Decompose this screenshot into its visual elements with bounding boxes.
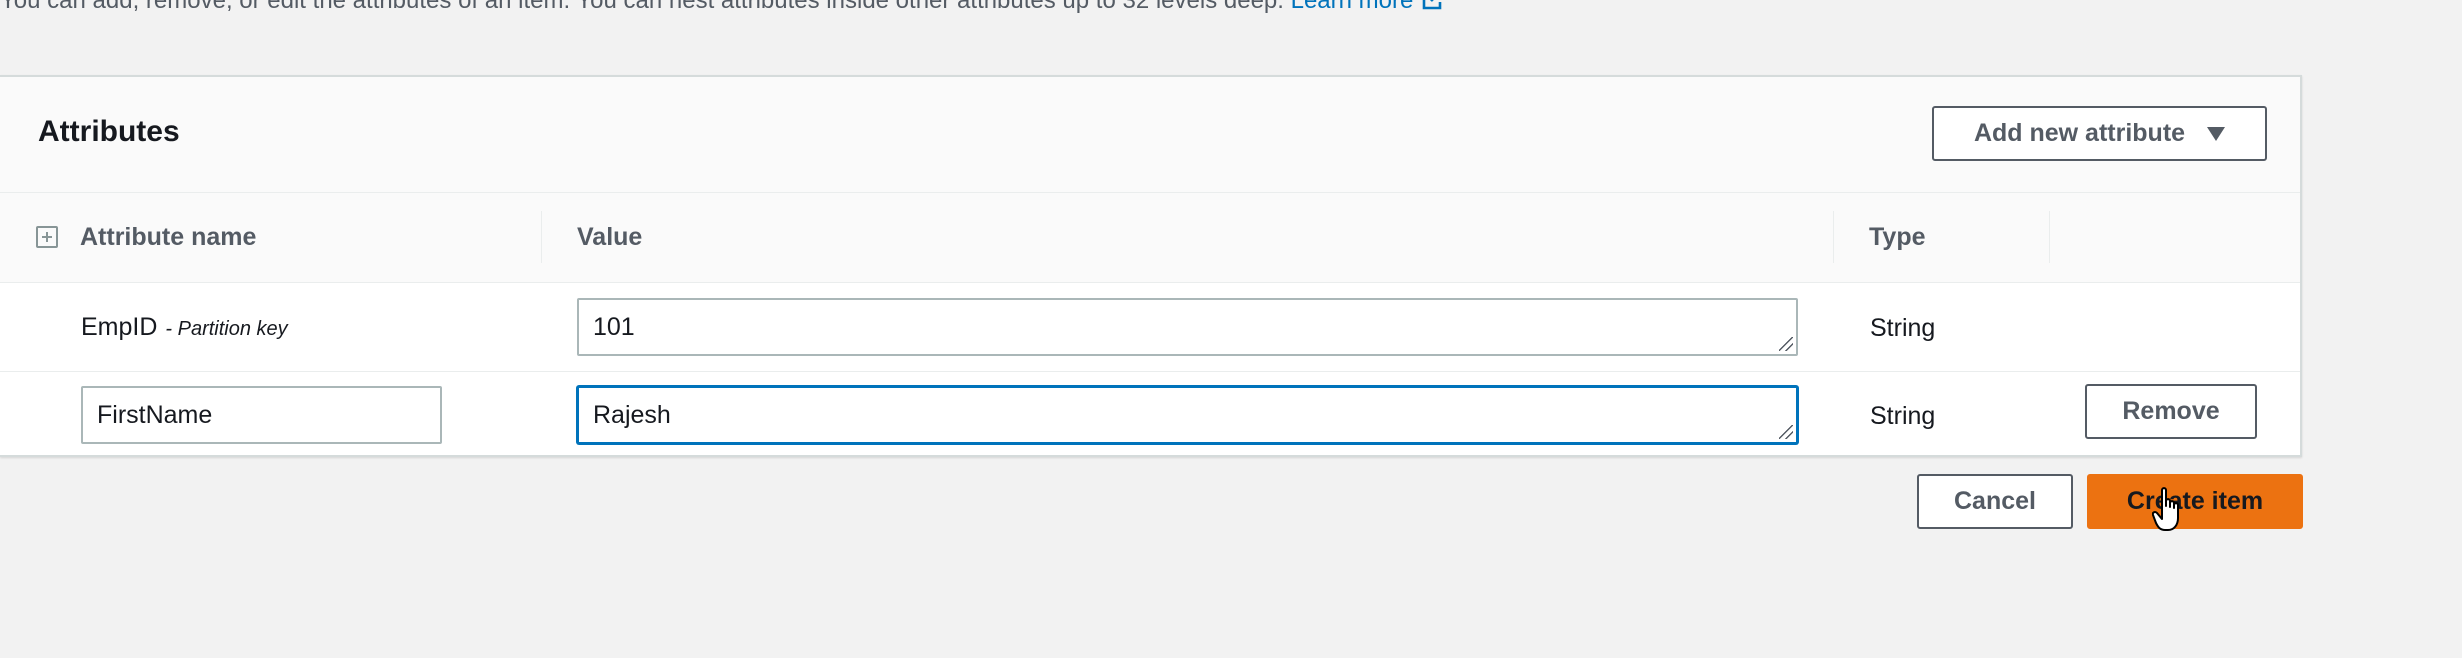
create-item-label: Create item [2126, 487, 2264, 515]
description: You can add, remove, or edit the attribu… [0, 0, 1443, 16]
remove-label: Remove [2122, 397, 2220, 425]
learn-more-link[interactable]: Learn more [1291, 0, 1444, 14]
attribute-name-cell: EmpID - Partition key [81, 313, 288, 342]
description-text: You can add, remove, or edit the attribu… [0, 0, 1284, 14]
learn-more-label[interactable]: Learn more [1291, 0, 1414, 14]
page: You can add, remove, or edit the attribu… [0, 0, 2462, 658]
attribute-name-input[interactable]: FirstName [81, 386, 442, 444]
column-value: Value [577, 223, 643, 251]
attributes-panel: Attributes Add new attribute Attribute n… [0, 75, 2302, 457]
column-type: Type [1869, 223, 1926, 251]
external-link-icon[interactable] [1421, 0, 1443, 11]
caret-down-icon [2207, 126, 2226, 141]
table-row: FirstName Rajesh String Remove [0, 371, 2300, 459]
create-item-button[interactable]: Create item [2087, 474, 2303, 529]
value-text: 101 [593, 312, 635, 341]
remove-button[interactable]: Remove [2085, 384, 2257, 439]
column-divider [2049, 211, 2050, 263]
resize-handle-icon[interactable] [1779, 337, 1793, 351]
column-divider [541, 211, 542, 263]
column-divider [1833, 211, 1834, 263]
type-cell: String [1870, 314, 1936, 342]
partition-key-note: - Partition key [165, 318, 288, 340]
table-header: Attribute name Value Type [0, 193, 2300, 283]
column-attribute-name: Attribute name [80, 223, 257, 251]
attribute-name-text: FirstName [97, 400, 213, 429]
add-new-attribute-label: Add new attribute [1973, 119, 2186, 147]
panel-header: Attributes Add new attribute [0, 77, 2300, 193]
cancel-label: Cancel [1954, 487, 2036, 515]
value-input-empid[interactable]: 101 [577, 298, 1798, 356]
value-input-firstname[interactable]: Rajesh [577, 386, 1798, 444]
attribute-name: EmpID [81, 313, 158, 341]
add-new-attribute-button[interactable]: Add new attribute [1932, 106, 2267, 161]
type-cell: String [1870, 402, 1936, 430]
value-text: Rajesh [593, 400, 671, 429]
panel-title: Attributes [38, 115, 180, 148]
resize-handle-icon[interactable] [1779, 425, 1793, 439]
expand-all-icon[interactable] [36, 226, 58, 248]
hand-pointer-icon [2152, 487, 2179, 531]
cancel-button[interactable]: Cancel [1917, 474, 2073, 529]
table-row: EmpID - Partition key 101 String [0, 283, 2300, 372]
